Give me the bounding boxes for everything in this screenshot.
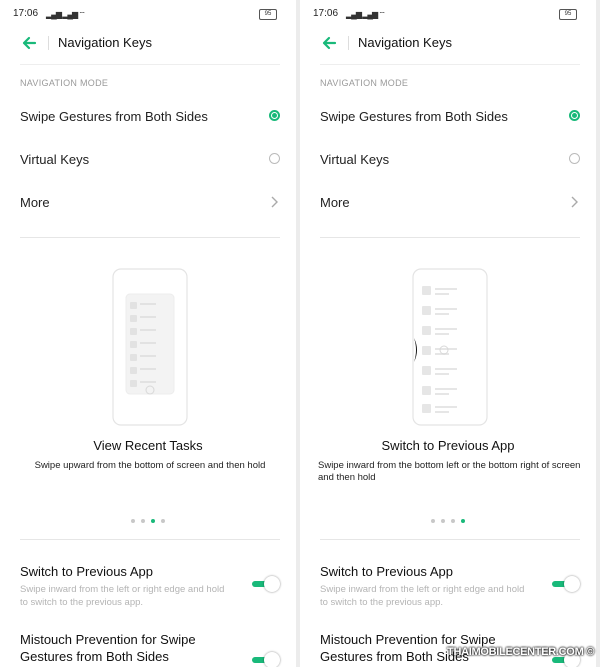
option-more[interactable]: More	[20, 184, 280, 224]
header-divider	[20, 64, 280, 65]
setting-title: Switch to Previous App	[320, 564, 453, 579]
page-dot	[441, 518, 445, 523]
page-dot	[431, 518, 435, 523]
illustration-title: Switch to Previous App	[381, 438, 515, 453]
setting-description: Swipe inward from the left or right edge…	[20, 584, 225, 608]
section-label: NAVIGATION MODE	[20, 78, 109, 88]
page-indicator	[0, 512, 296, 523]
page-title: Navigation Keys	[58, 35, 152, 50]
previous-app-illustration	[412, 268, 488, 426]
battery-icon: 95	[559, 9, 577, 20]
top-bar: Navigation Keys	[300, 30, 596, 58]
section-label: NAVIGATION MODE	[320, 78, 409, 88]
page-title: Navigation Keys	[358, 35, 452, 50]
back-arrow-icon[interactable]	[318, 32, 340, 54]
right-screen: 17:06 ▂▄▆ ▂▄▆ ⌔ 95 Navigation Keys NAVIG…	[300, 0, 596, 667]
chevron-right-icon	[271, 196, 278, 208]
illustration-description: Swipe upward from the bottom of screen a…	[34, 460, 266, 471]
mistouch-prevention-toggle[interactable]	[250, 652, 280, 667]
top-bar: Navigation Keys	[0, 30, 296, 58]
status-bar: 17:06 ▂▄▆ ▂▄▆ ⌔ 95	[13, 8, 283, 22]
setting-description: Swipe inward from the left or right edge…	[320, 584, 525, 608]
status-time: 17:06	[313, 8, 339, 19]
radio-selected[interactable]	[269, 110, 280, 121]
page-dot	[141, 518, 145, 523]
back-arrow-icon[interactable]	[18, 32, 40, 54]
option-swipe-gestures[interactable]: Swipe Gestures from Both Sides	[320, 98, 580, 138]
watermark-text: THAIMOBILECENTER.COM	[447, 646, 584, 658]
page-dot	[451, 518, 455, 523]
option-swipe-gestures[interactable]: Swipe Gestures from Both Sides	[20, 98, 280, 138]
page-dot	[161, 518, 165, 523]
battery-icon: 95	[259, 9, 277, 20]
option-label: Virtual Keys	[20, 152, 90, 167]
option-more[interactable]: More	[320, 184, 580, 224]
header-divider	[320, 64, 580, 65]
page-indicator	[300, 512, 596, 523]
header-separator	[348, 36, 349, 50]
option-label: More	[320, 195, 350, 210]
left-screen: 17:06 ▂▄▆ ▂▄▆ ⌔ 95 Navigation Keys NAVIG…	[0, 0, 296, 667]
option-label: Swipe Gestures from Both Sides	[20, 109, 208, 124]
divider	[20, 237, 280, 238]
signal-icon: ▂▄▆ ▂▄▆ ⌔	[346, 10, 386, 19]
status-time: 17:06	[13, 8, 39, 19]
switch-previous-app-toggle[interactable]	[550, 576, 580, 592]
recent-tasks-illustration	[112, 268, 188, 426]
page-dot-active	[461, 518, 465, 523]
option-virtual-keys[interactable]: Virtual Keys	[320, 141, 580, 181]
divider	[20, 539, 280, 540]
page-dot-active	[151, 518, 155, 523]
status-bar: 17:06 ▂▄▆ ▂▄▆ ⌔ 95	[313, 8, 583, 22]
divider	[320, 539, 580, 540]
header-separator	[48, 36, 49, 50]
option-virtual-keys[interactable]: Virtual Keys	[20, 141, 280, 181]
radio-unselected[interactable]	[269, 153, 280, 164]
illustration-title: View Recent Tasks	[93, 438, 203, 453]
signal-icon: ▂▄▆ ▂▄▆ ⌔	[46, 10, 86, 19]
option-label: More	[20, 195, 50, 210]
option-label: Virtual Keys	[320, 152, 390, 167]
setting-title: Switch to Previous App	[20, 564, 153, 579]
setting-title: Mistouch Prevention for Swipe Gestures f…	[20, 632, 196, 664]
page-dot	[131, 518, 135, 523]
switch-previous-app-toggle[interactable]	[250, 576, 280, 592]
divider	[320, 237, 580, 238]
chevron-right-icon	[571, 196, 578, 208]
option-label: Swipe Gestures from Both Sides	[320, 109, 508, 124]
illustration-description: Swipe inward from the bottom left or the…	[318, 460, 581, 483]
watermark-logo: THAIMOBILECENTER.COM ©	[447, 646, 594, 658]
radio-unselected[interactable]	[569, 153, 580, 164]
radio-selected[interactable]	[569, 110, 580, 121]
